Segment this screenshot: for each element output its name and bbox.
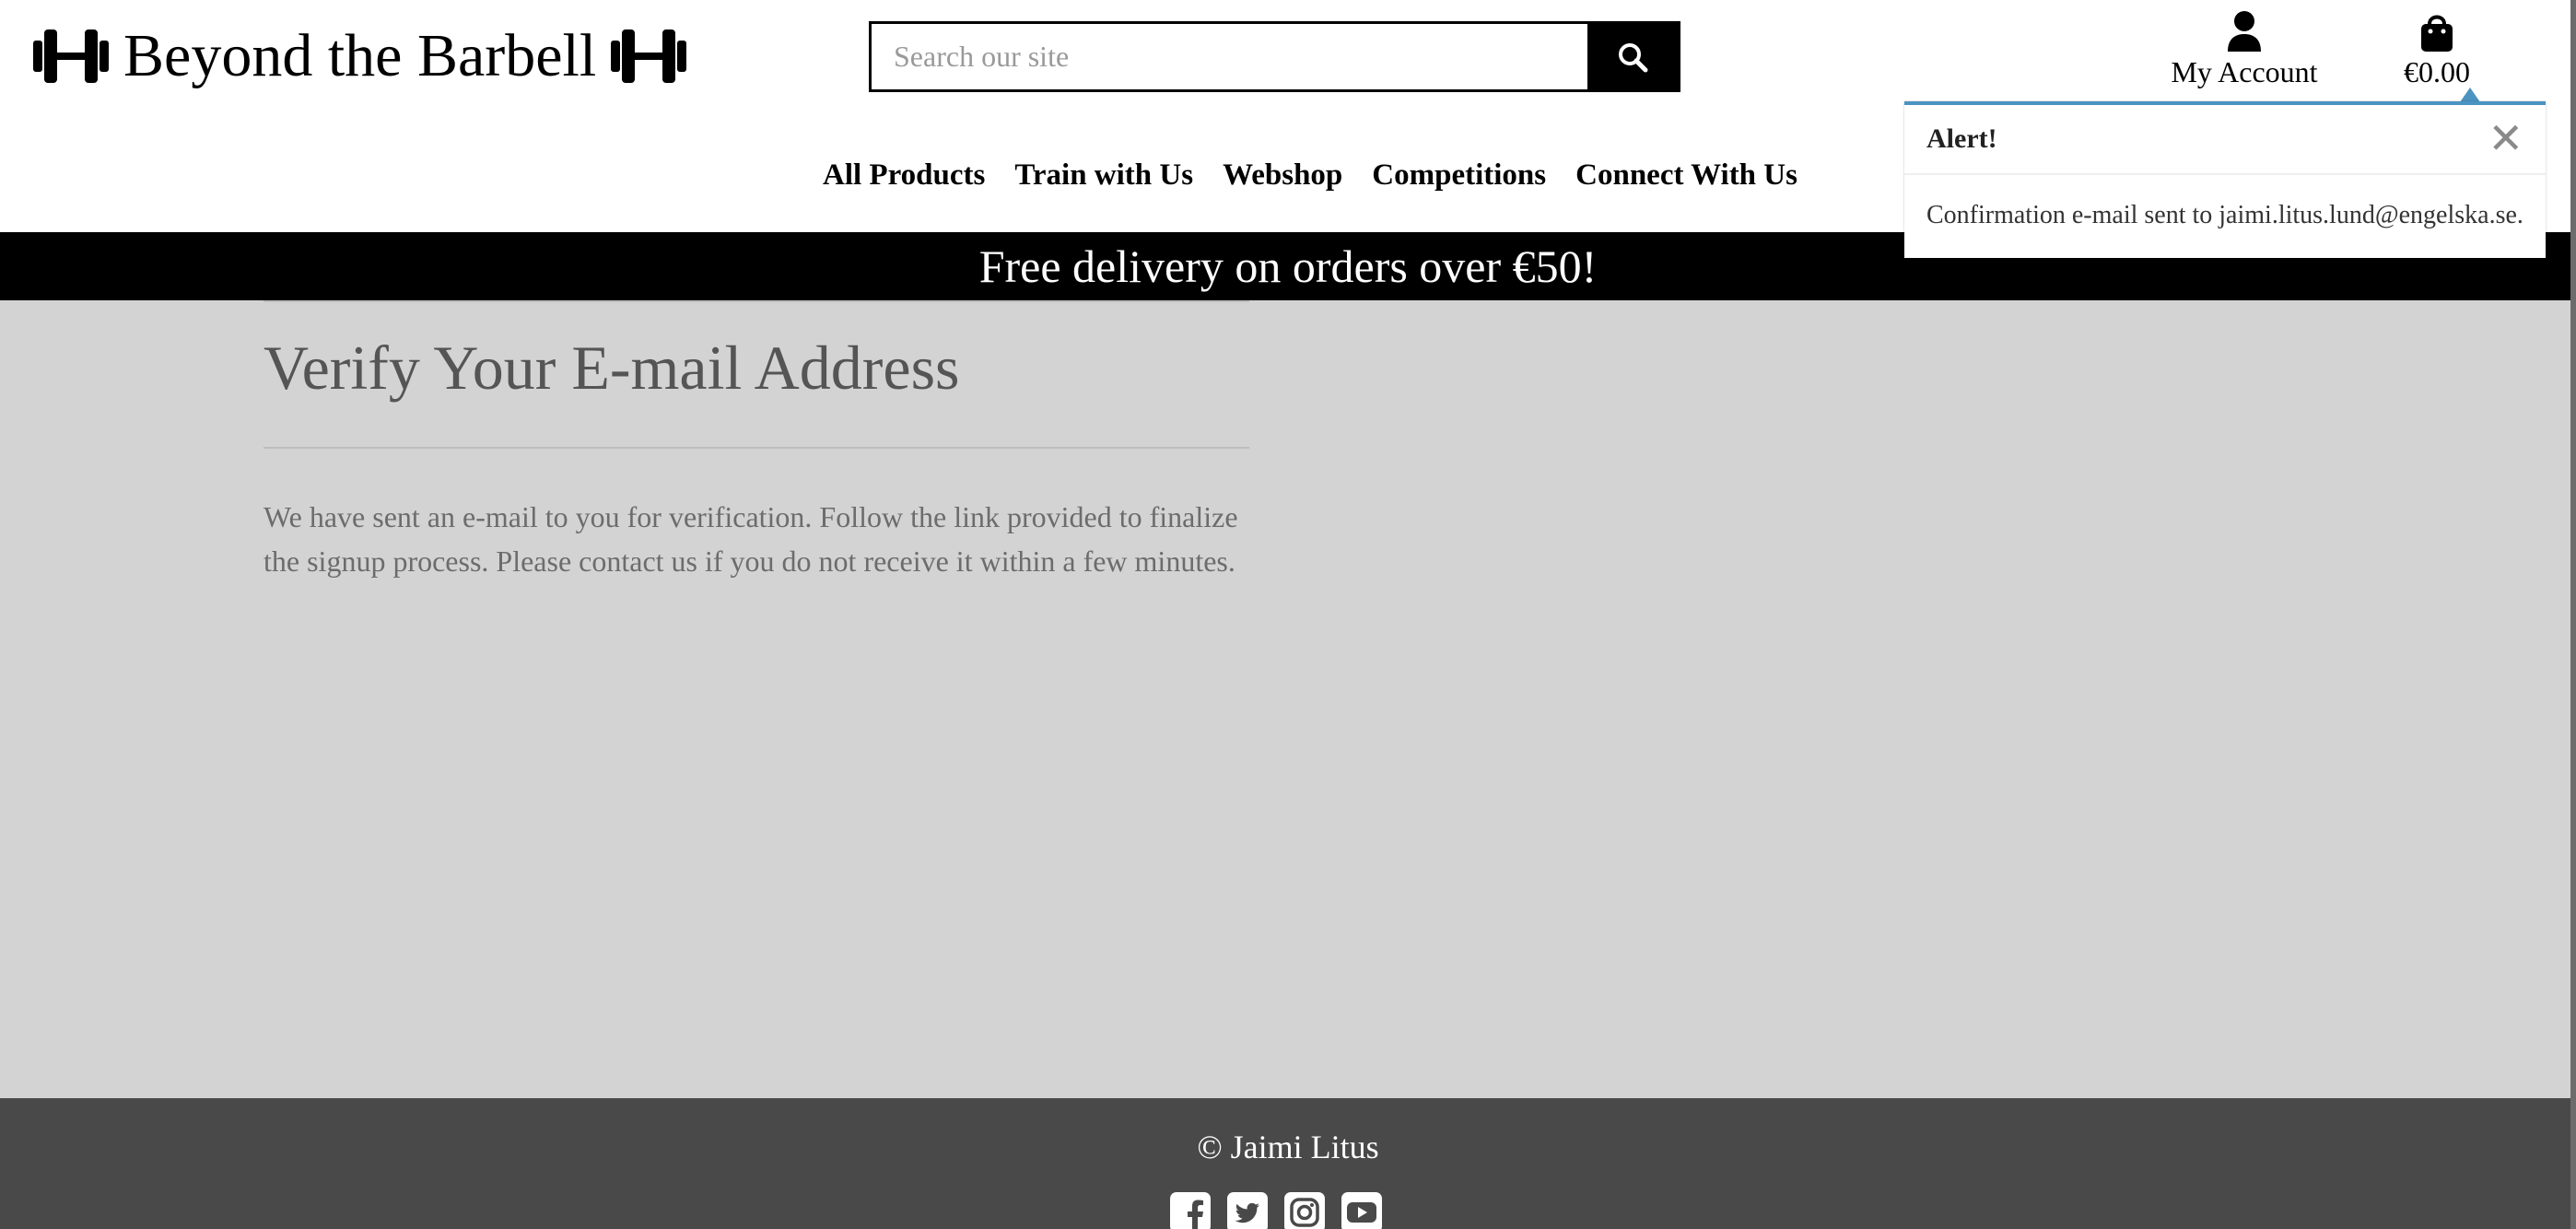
dumbbell-icon [611, 29, 687, 83]
search-icon [1619, 42, 1648, 72]
shopping-bag-link[interactable]: €0.00 [2386, 9, 2488, 89]
bag-total: €0.00 [2404, 55, 2470, 88]
site-footer: © Jaimi Litus [0, 1098, 2576, 1229]
alert-toast: Alert! ✕ Confirmation e-mail sent to jai… [1904, 101, 2546, 258]
copyright: © Jaimi Litus [1197, 1129, 1379, 1165]
nav-item-all-products[interactable]: All Products [823, 158, 985, 193]
youtube-icon[interactable] [1341, 1192, 1382, 1229]
divider [263, 300, 1249, 302]
shopping-bag-icon [2421, 15, 2453, 52]
site-logo[interactable]: Beyond the Barbell [33, 18, 687, 94]
search-input[interactable] [872, 24, 1587, 89]
alert-message: Confirmation e-mail sent to jaimi.litus.… [1926, 201, 2523, 229]
divider [263, 446, 1249, 449]
dumbbell-icon [33, 29, 109, 83]
close-icon[interactable]: ✕ [2488, 118, 2523, 160]
scrollbar[interactable] [2570, 0, 2576, 1229]
alert-title: Alert! [1926, 123, 1997, 154]
my-account-link[interactable]: My Account [2161, 9, 2327, 89]
twitter-icon[interactable] [1227, 1192, 1268, 1229]
nav-item-competitions[interactable]: Competitions [1372, 158, 1546, 193]
site-title: Beyond the Barbell [123, 22, 597, 89]
main-content: Verify Your E-mail Address We have sent … [263, 300, 1249, 583]
main-nav: All Products Train with Us Webshop Compe… [823, 158, 1797, 193]
facebook-icon[interactable] [1170, 1192, 1211, 1229]
nav-item-train-with-us[interactable]: Train with Us [1014, 158, 1193, 193]
alert-pointer [2460, 88, 2480, 102]
verification-message: We have sent an e-mail to you for verifi… [263, 499, 1238, 578]
my-account-label: My Account [2171, 55, 2318, 88]
nav-item-connect-with-us[interactable]: Connect With Us [1575, 158, 1797, 193]
instagram-icon[interactable] [1284, 1192, 1325, 1229]
alert-header: Alert! ✕ [1904, 105, 2546, 175]
user-icon [2228, 11, 2261, 52]
social-links [1170, 1192, 1382, 1229]
search-button[interactable] [1587, 24, 1678, 89]
search-bar [869, 21, 1680, 92]
page-title: Verify Your E-mail Address [263, 333, 960, 403]
nav-item-webshop[interactable]: Webshop [1223, 158, 1342, 193]
